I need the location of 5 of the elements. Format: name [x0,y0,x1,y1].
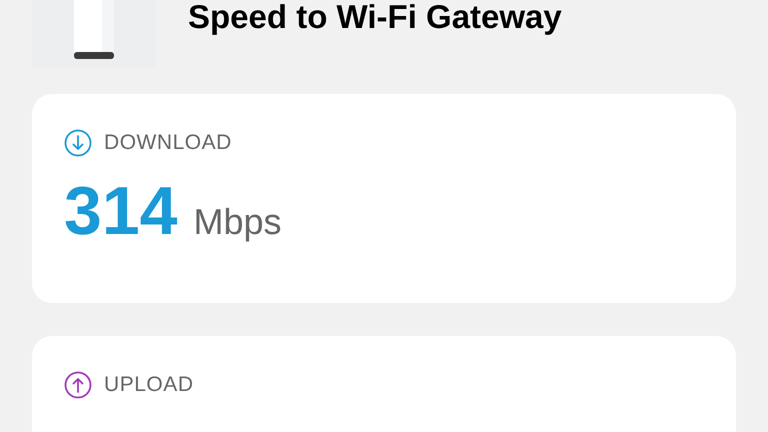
page-title: Speed to Wi-Fi Gateway [188,0,562,34]
speed-unit: Mbps [193,204,282,240]
speed-label: DOWNLOAD [104,130,232,156]
speed-label: UPLOAD [104,372,194,398]
speed-value: 314 [64,176,178,244]
